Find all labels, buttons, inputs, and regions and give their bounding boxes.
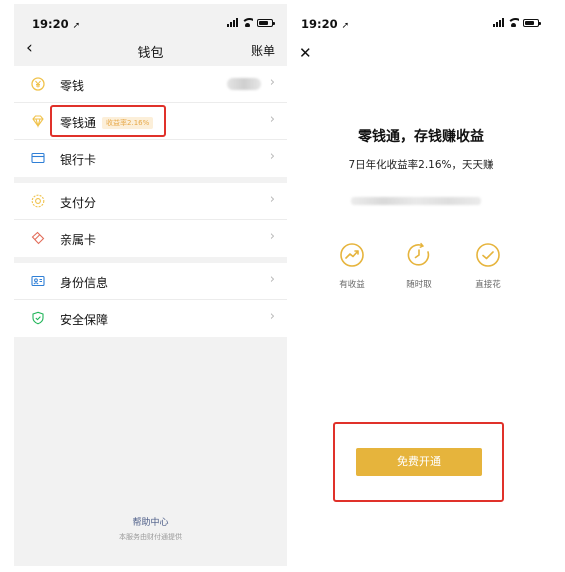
family-card-icon (31, 231, 45, 245)
wallet-item-change[interactable]: 零钱 › (14, 66, 287, 103)
diamond-icon (32, 115, 44, 128)
promo-title: 零钱通，存钱赚收益 (358, 129, 484, 145)
status-icons (493, 18, 541, 27)
blurred-text (351, 197, 481, 205)
status-bar: 19:20 ➚ (289, 4, 553, 34)
lingqiantong-screen: 19:20 ➚ ✕ 零钱通，存钱赚收益 7日年化收益率2.16%，天天赚 有收益… (289, 4, 553, 566)
wallet-item-bank-card[interactable]: 银行卡 › (14, 140, 287, 177)
wallet-group-3: 身份信息 › 安全保障 › (14, 263, 287, 337)
feature-earn: 有收益 (317, 242, 387, 290)
provider-note: 本服务由财付通提供 (119, 533, 182, 541)
yen-coin-icon (31, 77, 45, 91)
status-time: 19:20 ➚ (32, 17, 81, 31)
signal-icon (493, 18, 504, 27)
status-time: 19:20 ➚ (301, 17, 350, 31)
wallet-group-2: 支付分 › 亲属卡 › (14, 183, 287, 257)
chevron-right-icon: › (269, 112, 275, 127)
balance-blurred (227, 78, 261, 90)
help-center-link[interactable]: 帮助中心 (14, 515, 287, 528)
wallet-item-label: 安全保障 (60, 313, 109, 327)
feature-withdraw: 随时取 (384, 242, 454, 290)
status-bar: 19:20 ➚ (14, 4, 287, 34)
bill-button[interactable]: 账单 (251, 42, 275, 59)
signal-icon (227, 18, 238, 27)
chevron-right-icon: › (269, 272, 275, 287)
nav-bar: ‹ 钱包 账单 (14, 34, 287, 66)
id-card-icon (31, 275, 45, 287)
chevron-right-icon: › (269, 75, 275, 90)
wallet-item-lingqiantong[interactable]: 零钱通 收益率2.16% › (14, 103, 287, 140)
wallet-item-security[interactable]: 安全保障 › (14, 300, 287, 337)
open-free-button[interactable]: 免费开通 (356, 448, 482, 476)
wallet-item-label: 亲属卡 (60, 233, 97, 247)
feature-label: 直接花 (475, 280, 501, 290)
page-title: 钱包 (137, 46, 164, 61)
wallet-item-label: 零钱 (60, 79, 85, 93)
wallet-group-1: 零钱 › 零钱通 收益率2.16% › 银行卡 › (14, 66, 287, 177)
highlight-box (50, 105, 166, 137)
wallet-screen: 19:20 ➚ ‹ 钱包 账单 零钱 › 零钱通 收益率2.16% › 银行卡 … (14, 4, 287, 566)
wallet-item-pay-score[interactable]: 支付分 › (14, 183, 287, 220)
feature-label: 有收益 (339, 280, 365, 290)
close-icon[interactable]: ✕ (299, 44, 312, 62)
wifi-icon (508, 18, 519, 27)
refresh-clock-icon (407, 242, 430, 266)
battery-icon (523, 18, 541, 27)
chevron-right-icon: › (269, 229, 275, 244)
wallet-item-label: 支付分 (60, 196, 97, 210)
battery-icon (257, 18, 275, 27)
wallet-item-identity[interactable]: 身份信息 › (14, 263, 287, 300)
wallet-item-label: 身份信息 (60, 276, 109, 290)
promo-subtitle: 7日年化收益率2.16%，天天赚 (348, 159, 494, 171)
chevron-right-icon: › (269, 309, 275, 324)
chevron-right-icon: › (269, 192, 275, 207)
wallet-item-label: 银行卡 (60, 153, 97, 167)
score-icon (31, 194, 45, 208)
feature-spend: 直接花 (453, 242, 523, 290)
trend-up-icon (340, 243, 364, 267)
feature-label: 随时取 (406, 280, 432, 290)
shield-icon (32, 311, 44, 325)
wallet-footer: 帮助中心 本服务由财付通提供 (14, 515, 287, 542)
chevron-right-icon: › (269, 149, 275, 164)
wallet-item-family-card[interactable]: 亲属卡 › (14, 220, 287, 257)
status-icons (227, 18, 275, 27)
check-circle-icon (476, 243, 500, 267)
card-icon (31, 152, 45, 164)
wifi-icon (242, 18, 253, 27)
